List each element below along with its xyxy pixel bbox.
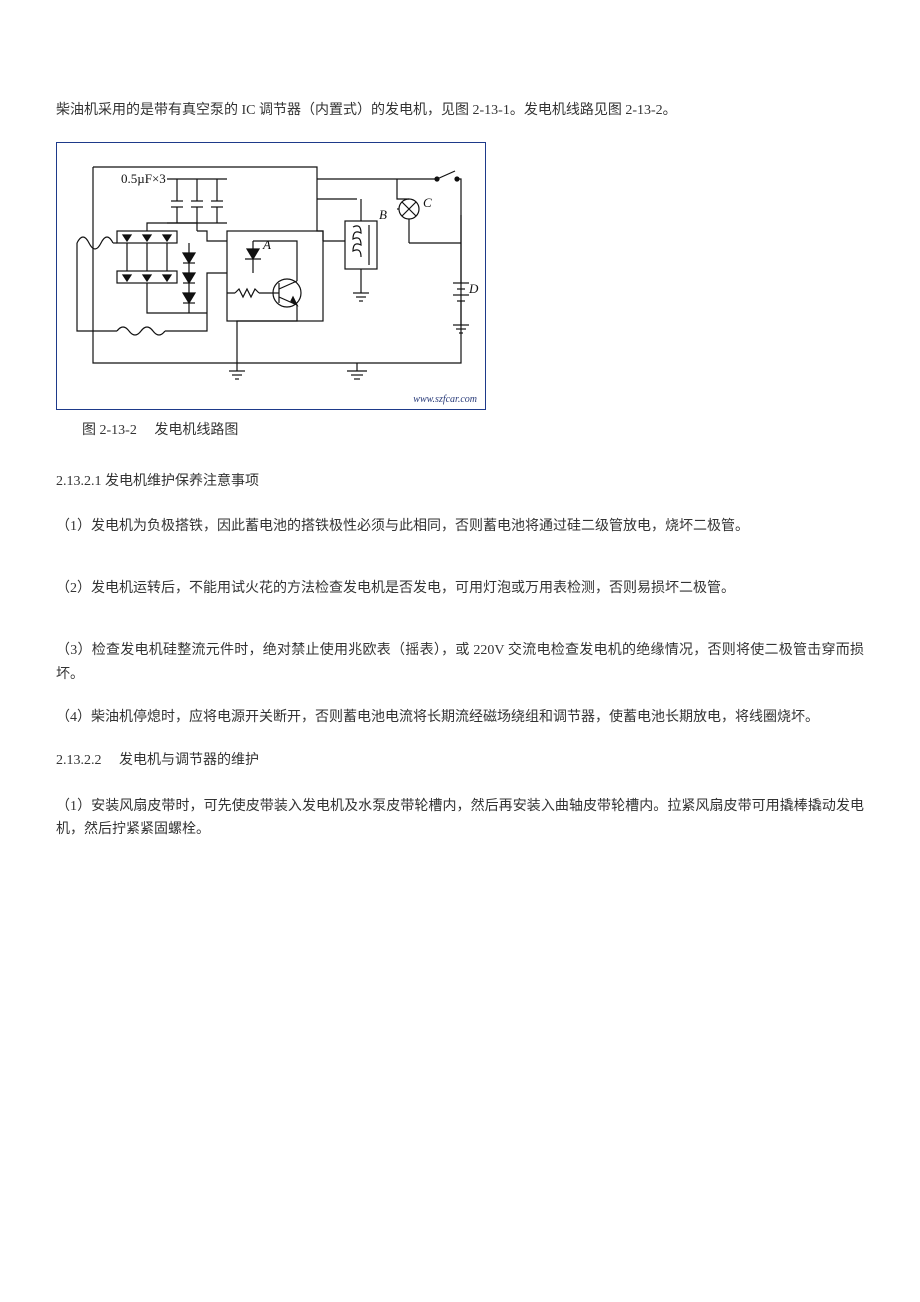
svg-text:D: D bbox=[468, 281, 479, 296]
figure-watermark: www.szfcar.com bbox=[413, 394, 477, 405]
figure-caption: 图 2-13-2 发电机线路图 bbox=[82, 420, 864, 442]
svg-text:B: B bbox=[379, 207, 387, 222]
section-1-item-3: （3）检查发电机硅整流元件时，绝对禁止使用兆欧表（摇表），或 220V 交流电检… bbox=[56, 639, 864, 687]
section-2-heading: 2.13.2.2 发电机与调节器的维护 bbox=[56, 750, 864, 772]
section-1-item-2: （2）发电机运转后，不能用试火花的方法检查发电机是否发电，可用灯泡或万用表检测，… bbox=[56, 577, 864, 601]
svg-text:A: A bbox=[262, 237, 271, 252]
section-2-item-1: （1）安装风扇皮带时，可先使皮带装入发电机及水泵皮带轮槽内，然后再安装入曲轴皮带… bbox=[56, 795, 864, 843]
section-1-item-1: （1）发电机为负极搭铁，因此蓄电池的搭铁极性必须与此相同，否则蓄电池将通过硅二级… bbox=[56, 515, 864, 539]
intro-paragraph: 柴油机采用的是带有真空泵的 IC 调节器（内置式）的发电机，见图 2-13-1。… bbox=[56, 100, 864, 122]
svg-text:C: C bbox=[423, 195, 432, 210]
circuit-diagram: 0.5µF×3 bbox=[56, 142, 486, 410]
section-1-item-4: （4）柴油机停熄时，应将电源开关断开，否则蓄电池电流将长期流经磁场绕组和调节器，… bbox=[56, 706, 864, 730]
section-1-heading: 2.13.2.1 发电机维护保养注意事项 bbox=[56, 471, 864, 493]
document-page: 柴油机采用的是带有真空泵的 IC 调节器（内置式）的发电机，见图 2-13-1。… bbox=[0, 0, 920, 922]
capacitor-label: 0.5µF×3 bbox=[121, 171, 166, 187]
figure-block: 0.5µF×3 bbox=[56, 142, 864, 442]
